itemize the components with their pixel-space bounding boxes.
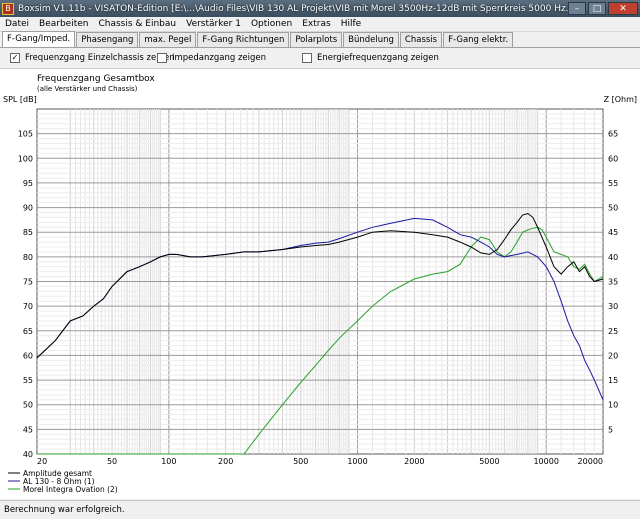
series-lines: [36, 212, 604, 455]
y-tick-label: 65: [23, 327, 33, 336]
y-tick-label: 70: [23, 302, 33, 311]
legend-label-3: Morel Integra Ovation (2): [23, 485, 118, 494]
y-tick-label: 90: [23, 204, 33, 213]
x-tick-label: 5000: [479, 457, 499, 466]
y2-ticks: 5 10 15 20 25 30 35 40 45 50 55 60 65: [608, 130, 618, 435]
tab-polarplots[interactable]: Polarplots: [290, 32, 343, 47]
y2-tick-label: 15: [608, 376, 618, 385]
y2-tick-label: 60: [608, 154, 618, 163]
plot-area: Frequenzgang Gesamtbox (alle Verstärker …: [0, 68, 640, 499]
x-tick-label: 20000: [578, 457, 603, 466]
y2-tick-label: 35: [608, 278, 618, 287]
maximize-icon[interactable]: □: [588, 2, 606, 15]
x-ticks: 20 50 100 200 500 1000 2000 5000 10000 20000: [37, 457, 603, 466]
y2-tick-label: 40: [608, 253, 618, 262]
y-tick-label: 95: [23, 179, 33, 188]
y2-tick-label: 20: [608, 351, 618, 360]
grid: [36, 108, 604, 455]
tab-fgang-imped[interactable]: F-Gang/Imped.: [2, 31, 76, 47]
tab-phasengang[interactable]: Phasengang: [76, 32, 139, 47]
checkbox-checked-icon[interactable]: ✓: [10, 53, 20, 63]
x-tick-label: 20: [37, 457, 47, 466]
x-tick-label: 100: [161, 457, 176, 466]
y-tick-label: 60: [23, 351, 33, 360]
x-tick-label: 500: [293, 457, 308, 466]
tab-buendelung[interactable]: Bündelung: [343, 32, 399, 47]
y-tick-label: 45: [23, 425, 33, 434]
title-bar: B Boxsim V1.11b - VISATON-Edition [E:\..…: [0, 0, 640, 17]
y-tick-label: 55: [23, 376, 33, 385]
checkbox-unchecked-icon[interactable]: [302, 53, 312, 63]
tab-fgang-elektr[interactable]: F-Gang elektr.: [443, 32, 514, 47]
y2-tick-label: 55: [608, 179, 618, 188]
option-einzelchassis-label: Frequenzgang Einzelchassis zeigen: [25, 53, 175, 63]
y2-tick-label: 30: [608, 302, 618, 311]
y-tick-label: 80: [23, 253, 33, 262]
status-text: Berechnung war erfolgreich.: [4, 505, 125, 515]
x-tick-label: 10000: [533, 457, 558, 466]
menu-bar: Datei Bearbeiten Chassis & Einbau Verstä…: [0, 17, 640, 32]
menu-bearbeiten[interactable]: Bearbeiten: [34, 19, 93, 29]
options-row: ✓ Frequenzgang Einzelchassis zeigen Impe…: [0, 50, 640, 68]
minimize-icon[interactable]: –: [568, 2, 586, 15]
menu-chassis-einbau[interactable]: Chassis & Einbau: [93, 19, 181, 29]
boxsim-icon: B: [2, 2, 14, 15]
window-title: Boxsim V1.11b - VISATON-Edition [E:\...\…: [18, 3, 568, 14]
y-axis-label: SPL [dB]: [3, 95, 37, 104]
y-ticks: 40 45 50 55 60 65 70 75 80 85 90 95 100 105: [18, 130, 33, 459]
y2-axis-label: Z [Ohm]: [604, 95, 637, 104]
x-tick-label: 2000: [404, 457, 424, 466]
y-tick-label: 105: [18, 130, 33, 139]
y-tick-label: 40: [23, 450, 33, 459]
series-line-1: [36, 212, 604, 359]
option-impedanz[interactable]: Impedanzgang zeigen: [157, 53, 266, 63]
tab-chassis[interactable]: Chassis: [399, 32, 443, 47]
x-tick-label: 50: [107, 457, 117, 466]
tab-bar: F-Gang/Imped. Phasengang max. Pegel F-Ga…: [0, 31, 640, 48]
y-tick-label: 50: [23, 401, 33, 410]
y2-tick-label: 10: [608, 401, 618, 410]
y2-tick-label: 45: [608, 228, 618, 237]
checkbox-unchecked-icon[interactable]: [157, 53, 167, 63]
y2-tick-label: 5: [608, 425, 613, 434]
x-tick-label: 200: [218, 457, 233, 466]
tab-fgang-richtungen[interactable]: F-Gang Richtungen: [197, 32, 290, 47]
option-einzelchassis[interactable]: ✓ Frequenzgang Einzelchassis zeigen: [10, 53, 175, 63]
menu-datei[interactable]: Datei: [0, 19, 34, 29]
y2-tick-label: 25: [608, 327, 618, 336]
menu-extras[interactable]: Extras: [297, 19, 335, 29]
y-tick-label: 75: [23, 278, 33, 287]
option-energie[interactable]: Energiefrequenzgang zeigen: [302, 53, 439, 63]
menu-optionen[interactable]: Optionen: [246, 19, 297, 29]
y-tick-label: 85: [23, 228, 33, 237]
legend: Amplitude gesamtAL 130 - 8 Ohm (1)Morel …: [8, 469, 118, 494]
close-icon[interactable]: ✕: [608, 2, 638, 15]
tab-max-pegel[interactable]: max. Pegel: [139, 32, 197, 47]
menu-verstaerker[interactable]: Verstärker 1: [181, 19, 246, 29]
status-bar: Berechnung war erfolgreich.: [0, 500, 640, 519]
option-energie-label: Energiefrequenzgang zeigen: [317, 53, 439, 63]
y2-tick-label: 65: [608, 130, 618, 139]
y-tick-label: 100: [18, 154, 33, 163]
y2-tick-label: 50: [608, 204, 618, 213]
chart-subtitle: (alle Verstärker und Chassis): [37, 85, 138, 93]
frequency-response-chart: Frequenzgang Gesamtbox (alle Verstärker …: [3, 74, 637, 494]
option-impedanz-label: Impedanzgang zeigen: [172, 53, 267, 63]
menu-hilfe[interactable]: Hilfe: [336, 19, 366, 29]
x-tick-label: 1000: [347, 457, 367, 466]
chart-title: Frequenzgang Gesamtbox: [37, 74, 155, 84]
